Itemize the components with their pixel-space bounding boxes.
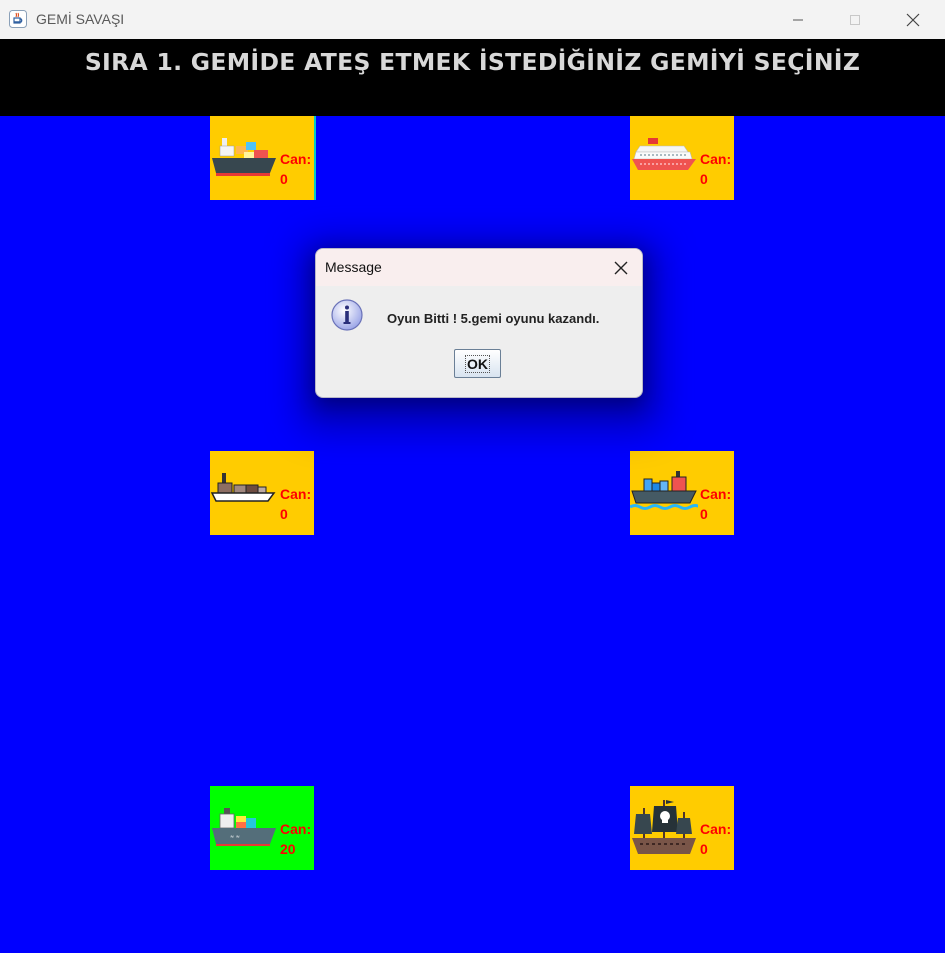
ship-1-can-label: Can: [280,151,312,167]
ok-button-label: OK [465,354,490,373]
maximize-button[interactable] [827,0,883,39]
turn-header: SIRA 1. GEMİDE ATEŞ ETMEK İSTEDİĞİNİZ GE… [0,39,945,116]
ship-card-3[interactable]: Can: 0 [210,451,314,535]
java-app-icon [9,10,27,28]
maximize-icon [850,14,860,25]
card-edge [314,116,316,200]
ship-card-5[interactable]: ≈ ≈ Can: 20 [210,786,314,870]
ship-6-can-value: 0 [700,841,708,857]
close-icon [614,261,628,275]
close-window-button[interactable] [885,0,941,39]
ship-card-6[interactable]: Can: 0 [630,786,734,870]
ship-3-can-value: 0 [280,506,288,522]
dialog-close-button[interactable] [604,255,638,281]
dialog-title: Message [325,259,382,275]
ship-card-2[interactable]: Can: 0 [630,116,734,200]
close-icon [906,13,920,26]
turn-instruction-text: SIRA 1. GEMİDE ATEŞ ETMEK İSTEDİĞİNİZ GE… [84,48,861,76]
ship-card-4[interactable]: Can: 0 [630,451,734,535]
ship-card-1[interactable]: Can: 0 [210,116,316,200]
tanker-ship-icon: ≈ ≈ [212,808,276,846]
ship-5-can-label: Can: [280,821,312,837]
ship-4-can-label: Can: [700,486,732,502]
minimize-button[interactable] [770,0,826,39]
ok-button[interactable]: OK [454,349,501,378]
ship-6-can-label: Can: [700,821,732,837]
pirate-ship-icon [632,800,696,854]
container-ship-icon [630,471,698,510]
minimize-icon [793,19,803,20]
window-title: GEMİ SAVAŞI [36,11,125,27]
dialog-titlebar: Message [316,249,642,286]
ship-3-can-label: Can: [280,486,312,502]
ship-2-can-value: 0 [700,171,708,187]
message-dialog: Message Oyun Bitti ! 5.gemi oyunu kazand… [315,248,643,398]
ship-4-can-value: 0 [700,506,708,522]
cruise-ship-icon [632,138,696,170]
info-icon [331,299,363,331]
ship-5-can-value: 20 [280,841,296,857]
window-titlebar: GEMİ SAVAŞI [0,0,945,40]
svg-text:≈ ≈: ≈ ≈ [230,834,240,840]
cargo-ship-icon [212,138,276,176]
ship-1-can-value: 0 [280,171,288,187]
dialog-message: Oyun Bitti ! 5.gemi oyunu kazandı. [387,311,600,326]
barge-ship-icon [210,473,276,502]
ship-2-can-label: Can: [700,151,732,167]
